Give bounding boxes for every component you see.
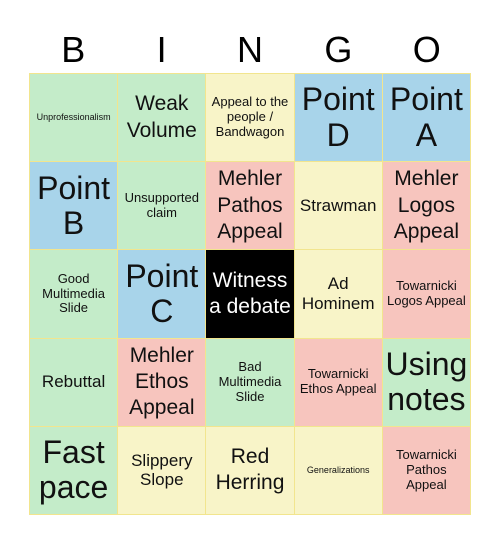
bingo-cell[interactable]: Point D <box>294 74 382 162</box>
bingo-cell[interactable]: Point B <box>30 162 118 250</box>
bingo-cell[interactable]: Unsupported claim <box>118 162 206 250</box>
bingo-cell[interactable]: Rebuttal <box>30 338 118 426</box>
bingo-cell[interactable]: Slippery Slope <box>118 426 206 514</box>
bingo-cell[interactable]: Using notes <box>382 338 470 426</box>
bingo-cell[interactable]: Mehler Pathos Appeal <box>206 162 294 250</box>
bingo-cell[interactable]: Bad Multimedia Slide <box>206 338 294 426</box>
bingo-cell[interactable]: Towarnicki Ethos Appeal <box>294 338 382 426</box>
bingo-cell[interactable]: Generalizations <box>294 426 382 514</box>
header-letter-g: G <box>324 29 353 70</box>
bingo-cell[interactable]: Appeal to the people / Bandwagon <box>206 74 294 162</box>
bingo-cell[interactable]: Unprofessionalism <box>30 74 118 162</box>
bingo-card: Unprofessionalism Weak Volume Appeal to … <box>29 73 471 515</box>
header-letter-i: I <box>156 29 167 70</box>
bingo-cell[interactable]: Red Herring <box>206 426 294 514</box>
bingo-cell[interactable]: Point A <box>382 74 470 162</box>
bingo-cell[interactable]: Strawman <box>294 162 382 250</box>
bingo-cell[interactable]: Good Multimedia Slide <box>30 250 118 338</box>
bingo-cell[interactable]: Fast pace <box>30 426 118 514</box>
bingo-header: B I N G O <box>29 28 471 72</box>
free-space-cell[interactable]: Witness a debate <box>206 250 294 338</box>
bingo-cell[interactable]: Mehler Ethos Appeal <box>118 338 206 426</box>
bingo-cell[interactable]: Weak Volume <box>118 74 206 162</box>
bingo-cell[interactable]: Mehler Logos Appeal <box>382 162 470 250</box>
header-letter-o: O <box>412 29 441 70</box>
header-letter-n: N <box>236 29 263 70</box>
bingo-cell[interactable]: Towarnicki Pathos Appeal <box>382 426 470 514</box>
bingo-cell[interactable]: Ad Hominem <box>294 250 382 338</box>
bingo-cell[interactable]: Point C <box>118 250 206 338</box>
header-letter-b: B <box>61 29 86 70</box>
bingo-cell[interactable]: Towarnicki Logos Appeal <box>382 250 470 338</box>
